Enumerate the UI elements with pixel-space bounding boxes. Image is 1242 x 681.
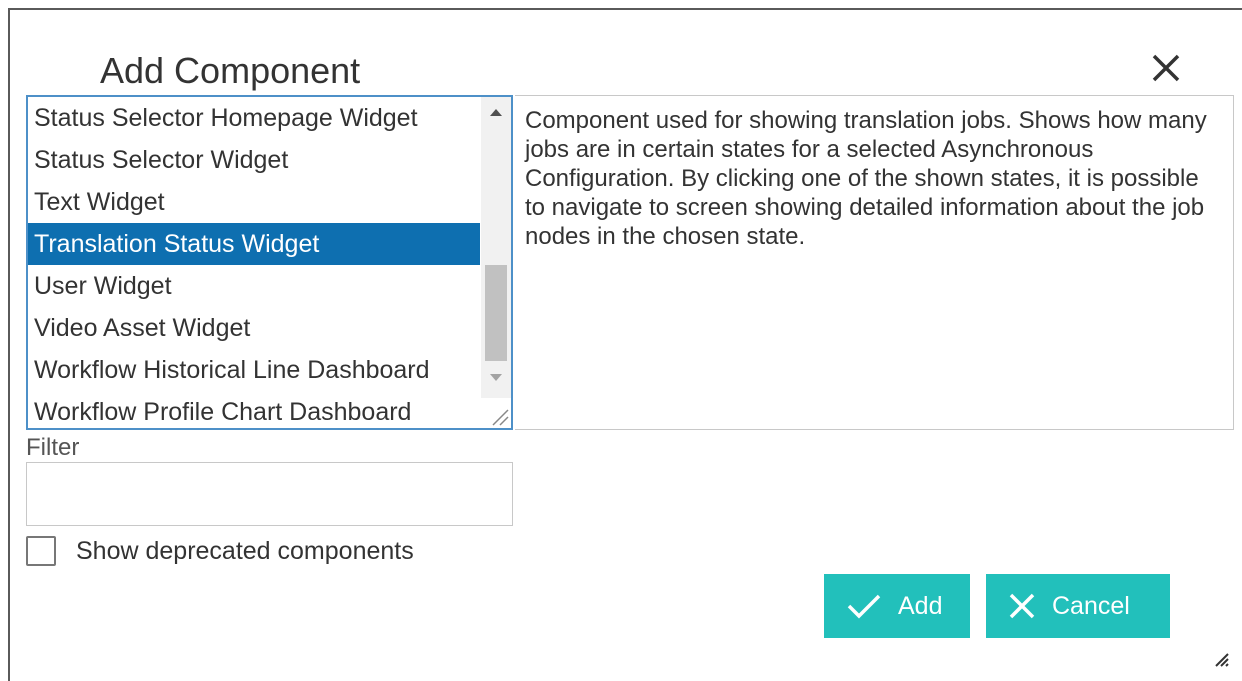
dialog-title: Add Component [100,50,361,91]
component-description: Component used for showing translation j… [515,95,1234,430]
arrow-down-icon [481,374,511,397]
list-item[interactable]: Workflow Historical Line Dashboard [28,349,480,391]
cancel-button-label: Cancel [1052,591,1130,620]
check-icon [846,592,882,620]
filter-input[interactable] [26,462,513,526]
component-listbox[interactable]: Status Selector Homepage Widget Status Se… [26,95,513,430]
show-deprecated-label: Show deprecated components [76,536,414,565]
add-button[interactable]: Add [824,574,970,638]
scroll-down-button[interactable] [481,363,511,393]
scroll-thumb[interactable] [485,265,507,361]
filter-label: Filter [26,434,80,461]
show-deprecated-checkbox[interactable] [26,536,56,566]
list-item[interactable]: Status Selector Homepage Widget [28,97,480,139]
list-scrollbar[interactable] [481,97,511,399]
close-icon [1008,592,1036,620]
list-item[interactable]: Status Selector Widget [28,139,480,181]
arrow-up-icon [481,109,511,131]
list-item[interactable]: Workflow Profile Chart Dashboard [28,391,480,428]
cancel-button[interactable]: Cancel [986,574,1170,638]
list-item[interactable]: Text Widget [28,181,480,223]
list-item[interactable]: Translation Status Widget [28,223,480,265]
close-icon [1148,50,1184,86]
resize-grip-icon [481,409,511,428]
dialog-resize-grip[interactable] [1208,646,1230,668]
scroll-up-button[interactable] [481,97,511,127]
list-item[interactable]: Video Asset Widget [28,307,480,349]
list-item[interactable]: User Widget [28,265,480,307]
resize-grip-icon [1208,653,1230,672]
show-deprecated-row[interactable]: Show deprecated components [26,534,414,568]
add-button-label: Add [898,591,943,620]
close-button[interactable] [1148,50,1184,86]
list-resize-grip[interactable] [481,398,511,428]
